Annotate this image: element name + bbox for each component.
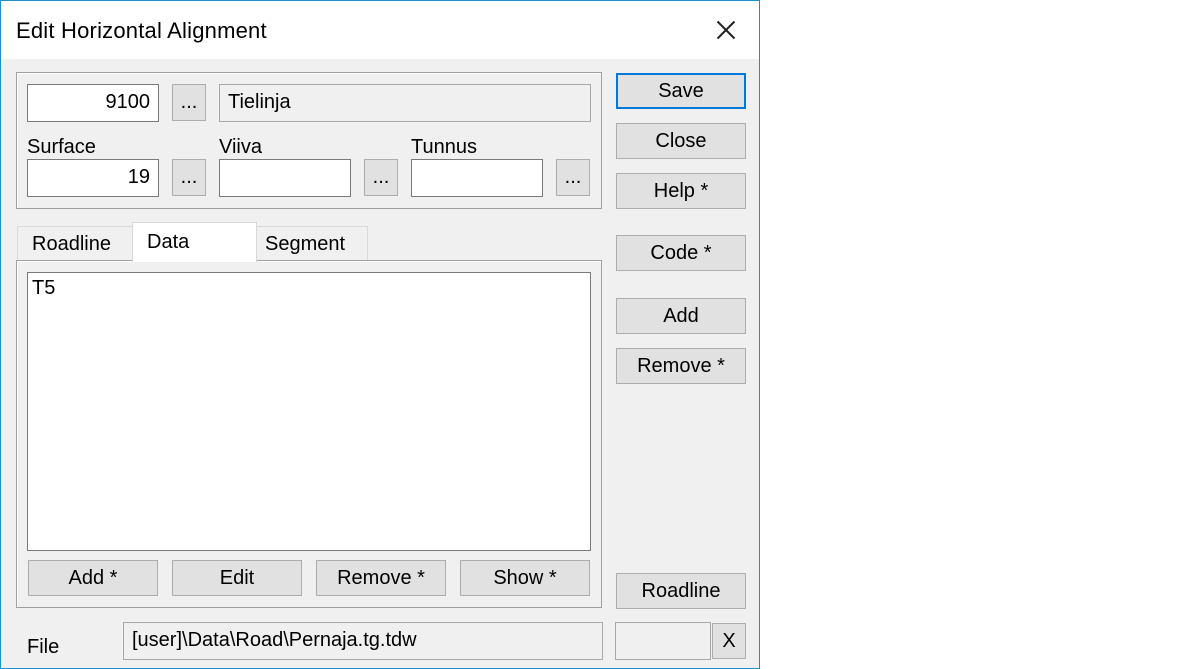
help-button[interactable]: Help *: [616, 173, 746, 209]
number-browse-button[interactable]: ...: [172, 84, 206, 121]
surface-label: Surface: [27, 136, 96, 158]
save-button[interactable]: Save: [616, 73, 746, 109]
list-edit-button[interactable]: Edit: [172, 560, 302, 596]
tunnus-browse-button[interactable]: ...: [556, 159, 590, 196]
alignment-number-field[interactable]: 9100: [27, 84, 159, 122]
viiva-field[interactable]: [219, 159, 351, 197]
add-button[interactable]: Add: [616, 298, 746, 334]
close-icon[interactable]: [701, 9, 749, 51]
footer-extra-field: [615, 622, 711, 660]
surface-field[interactable]: 19: [27, 159, 159, 197]
tunnus-field[interactable]: [411, 159, 543, 197]
file-path-field: [user]\Data\Road\Pernaja.tg.tdw: [123, 622, 603, 660]
remove-button[interactable]: Remove *: [616, 348, 746, 384]
list-remove-button[interactable]: Remove *: [316, 560, 446, 596]
list-item[interactable]: T5: [28, 273, 590, 300]
viiva-label: Viiva: [219, 136, 262, 158]
edit-horizontal-alignment-dialog: Edit Horizontal Alignment 9100 ... Tieli…: [0, 0, 760, 669]
surface-browse-button[interactable]: ...: [172, 159, 206, 196]
code-button[interactable]: Code *: [616, 235, 746, 271]
close-button[interactable]: Close: [616, 123, 746, 159]
list-add-button[interactable]: Add *: [28, 560, 158, 596]
viiva-browse-button[interactable]: ...: [364, 159, 398, 196]
data-listbox[interactable]: T5: [27, 272, 591, 551]
dialog-title: Edit Horizontal Alignment: [16, 18, 267, 43]
tab-data[interactable]: Data: [132, 222, 257, 262]
tab-roadline[interactable]: Roadline: [17, 226, 133, 261]
alignment-name-field: Tielinja: [219, 84, 591, 122]
clear-file-button[interactable]: X: [712, 623, 746, 659]
file-label: File: [27, 636, 60, 658]
roadline-button[interactable]: Roadline: [616, 573, 746, 609]
tab-segment[interactable]: Segment: [256, 226, 368, 261]
list-show-button[interactable]: Show *: [460, 560, 590, 596]
title-bar: Edit Horizontal Alignment: [1, 1, 759, 59]
tunnus-label: Tunnus: [411, 136, 477, 158]
